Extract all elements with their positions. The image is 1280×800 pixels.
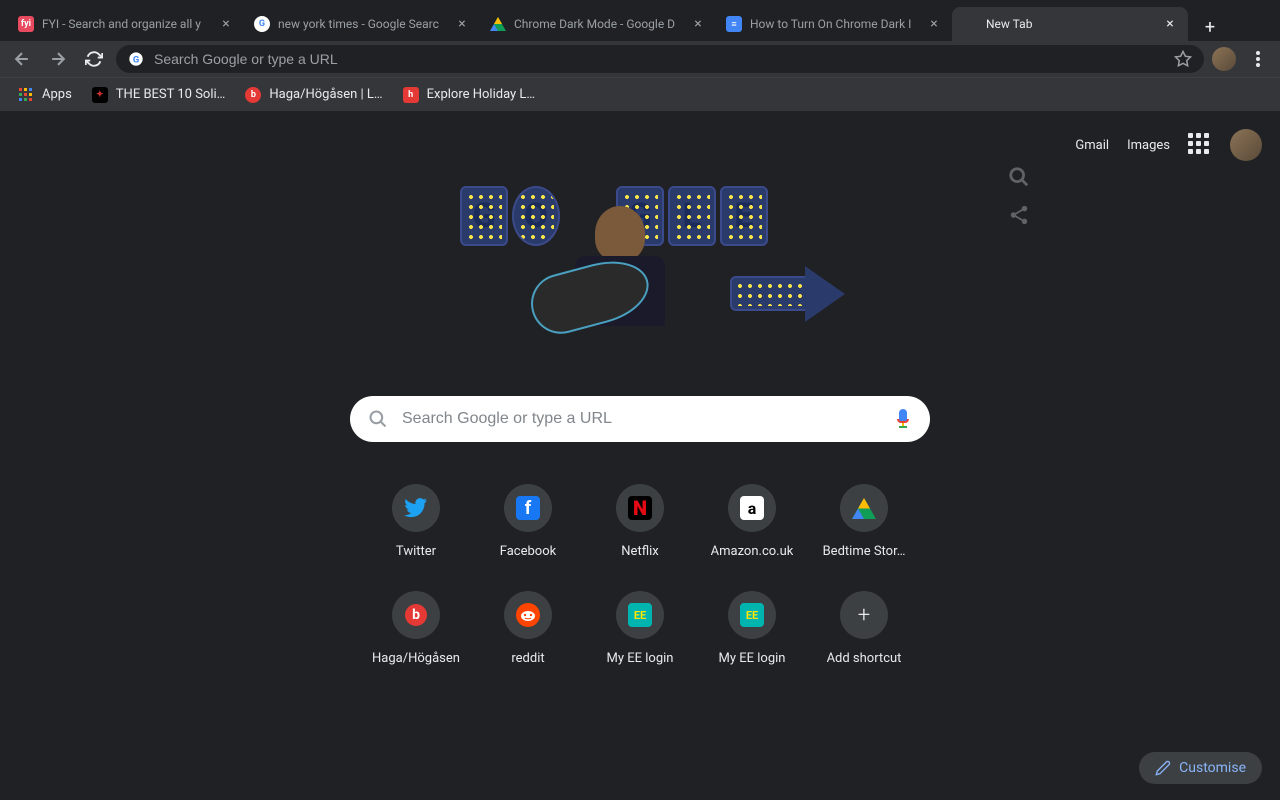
pencil-icon <box>1155 760 1171 776</box>
shortcut-label: Add shortcut <box>827 651 902 666</box>
tab-3[interactable]: ≡ How to Turn On Chrome Dark I × <box>716 7 952 41</box>
new-tab-button[interactable]: + <box>1196 13 1224 41</box>
shortcut-twitter[interactable]: Twitter <box>360 476 472 567</box>
shortcut-bedtime[interactable]: Bedtime Stor… <box>808 476 920 567</box>
add-shortcut-button[interactable]: + Add shortcut <box>808 583 920 674</box>
shortcut-netflix[interactable]: N Netflix <box>584 476 696 567</box>
google-doodle[interactable]: G O G L E <box>460 176 820 376</box>
bookmark-icon: ✦ <box>92 87 108 103</box>
site-info-icon[interactable]: G <box>128 51 144 67</box>
tab-title: How to Turn On Chrome Dark I <box>750 17 920 31</box>
shortcut-label: Bedtime Stor… <box>823 544 906 559</box>
tab-favicon: fyi <box>18 16 34 32</box>
back-button[interactable] <box>8 45 36 73</box>
shortcuts-grid: Twitter f Facebook N Netflix a Amazon.co… <box>360 476 920 674</box>
gmail-link[interactable]: Gmail <box>1075 138 1109 153</box>
tab-1[interactable]: G new york times - Google Searc × <box>244 7 480 41</box>
shortcut-ee-1[interactable]: EE My EE login <box>584 583 696 674</box>
shortcut-label: Netflix <box>621 544 658 559</box>
shortcut-label: Facebook <box>500 544 556 559</box>
shortcut-haga[interactable]: b Haga/Högåsen <box>360 583 472 674</box>
bookmarks-bar: Apps ✦ THE BEST 10 Soli… b Haga/Högåsen … <box>0 77 1280 111</box>
bookmark-1[interactable]: ✦ THE BEST 10 Soli… <box>84 81 234 109</box>
tab-favicon <box>962 16 978 32</box>
bookmark-apps[interactable]: Apps <box>10 81 80 109</box>
tab-favicon: G <box>254 16 270 32</box>
search-input[interactable] <box>402 410 880 428</box>
search-box[interactable] <box>350 396 930 442</box>
tab-title: New Tab <box>986 17 1156 31</box>
svg-text:G: G <box>133 54 139 65</box>
bookmark-label: Haga/Högåsen | L… <box>269 87 382 102</box>
doodle-arrow <box>730 276 850 336</box>
tab-title: new york times - Google Searc <box>278 17 448 31</box>
tab-2[interactable]: Chrome Dark Mode - Google D × <box>480 7 716 41</box>
shortcut-ee-2[interactable]: EE My EE login <box>696 583 808 674</box>
shortcut-label: Amazon.co.uk <box>711 544 794 559</box>
doodle-tools <box>1008 166 1030 226</box>
close-icon[interactable]: × <box>454 16 470 32</box>
customise-label: Customise <box>1179 760 1246 776</box>
shortcut-label: My EE login <box>719 651 786 666</box>
omnibox[interactable]: G <box>116 45 1204 73</box>
shortcut-amazon[interactable]: a Amazon.co.uk <box>696 476 808 567</box>
forward-button[interactable] <box>44 45 72 73</box>
tab-favicon: ≡ <box>726 16 742 32</box>
bookmark-3[interactable]: h Explore Holiday L… <box>395 81 544 109</box>
close-icon[interactable]: × <box>690 16 706 32</box>
bookmark-2[interactable]: b Haga/Högåsen | L… <box>237 81 390 109</box>
shortcut-label: My EE login <box>607 651 674 666</box>
voice-search-icon[interactable] <box>894 409 912 429</box>
search-icon <box>368 409 388 429</box>
shortcut-reddit[interactable]: reddit <box>472 583 584 674</box>
profile-avatar[interactable] <box>1212 47 1236 71</box>
bookmark-label: Apps <box>42 87 72 102</box>
browser-menu-button[interactable] <box>1244 45 1272 73</box>
bookmark-icon: b <box>245 87 261 103</box>
tab-title: Chrome Dark Mode - Google D <box>514 17 684 31</box>
tab-favicon <box>490 16 506 32</box>
shortcut-facebook[interactable]: f Facebook <box>472 476 584 567</box>
new-tab-page: Gmail Images G O G L E <box>0 111 1280 800</box>
tab-4-active[interactable]: New Tab × <box>952 7 1188 41</box>
bookmark-icon: h <box>403 87 419 103</box>
header-links: Gmail Images <box>1075 129 1262 161</box>
customise-button[interactable]: Customise <box>1139 752 1262 784</box>
bookmark-label: THE BEST 10 Soli… <box>116 87 226 102</box>
tab-title: FYI - Search and organize all y <box>42 17 212 31</box>
shortcut-label: reddit <box>511 651 544 666</box>
bookmark-label: Explore Holiday L… <box>427 87 536 102</box>
toolbar: G <box>0 41 1280 77</box>
close-icon[interactable]: × <box>1162 16 1178 32</box>
close-icon[interactable]: × <box>218 16 234 32</box>
share-icon[interactable] <box>1008 204 1030 226</box>
account-avatar[interactable] <box>1230 129 1262 161</box>
close-icon[interactable]: × <box>926 16 942 32</box>
shortcut-label: Haga/Högåsen <box>372 651 460 666</box>
tab-0[interactable]: fyi FYI - Search and organize all y × <box>8 7 244 41</box>
bookmark-star-icon[interactable] <box>1174 50 1192 68</box>
tab-strip: fyi FYI - Search and organize all y × G … <box>0 0 1280 41</box>
google-apps-button[interactable] <box>1188 133 1212 157</box>
reload-button[interactable] <box>80 45 108 73</box>
address-input[interactable] <box>154 51 1164 67</box>
images-link[interactable]: Images <box>1127 138 1170 153</box>
search-icon[interactable] <box>1008 166 1030 188</box>
apps-icon <box>18 87 34 103</box>
shortcut-label: Twitter <box>396 544 436 559</box>
